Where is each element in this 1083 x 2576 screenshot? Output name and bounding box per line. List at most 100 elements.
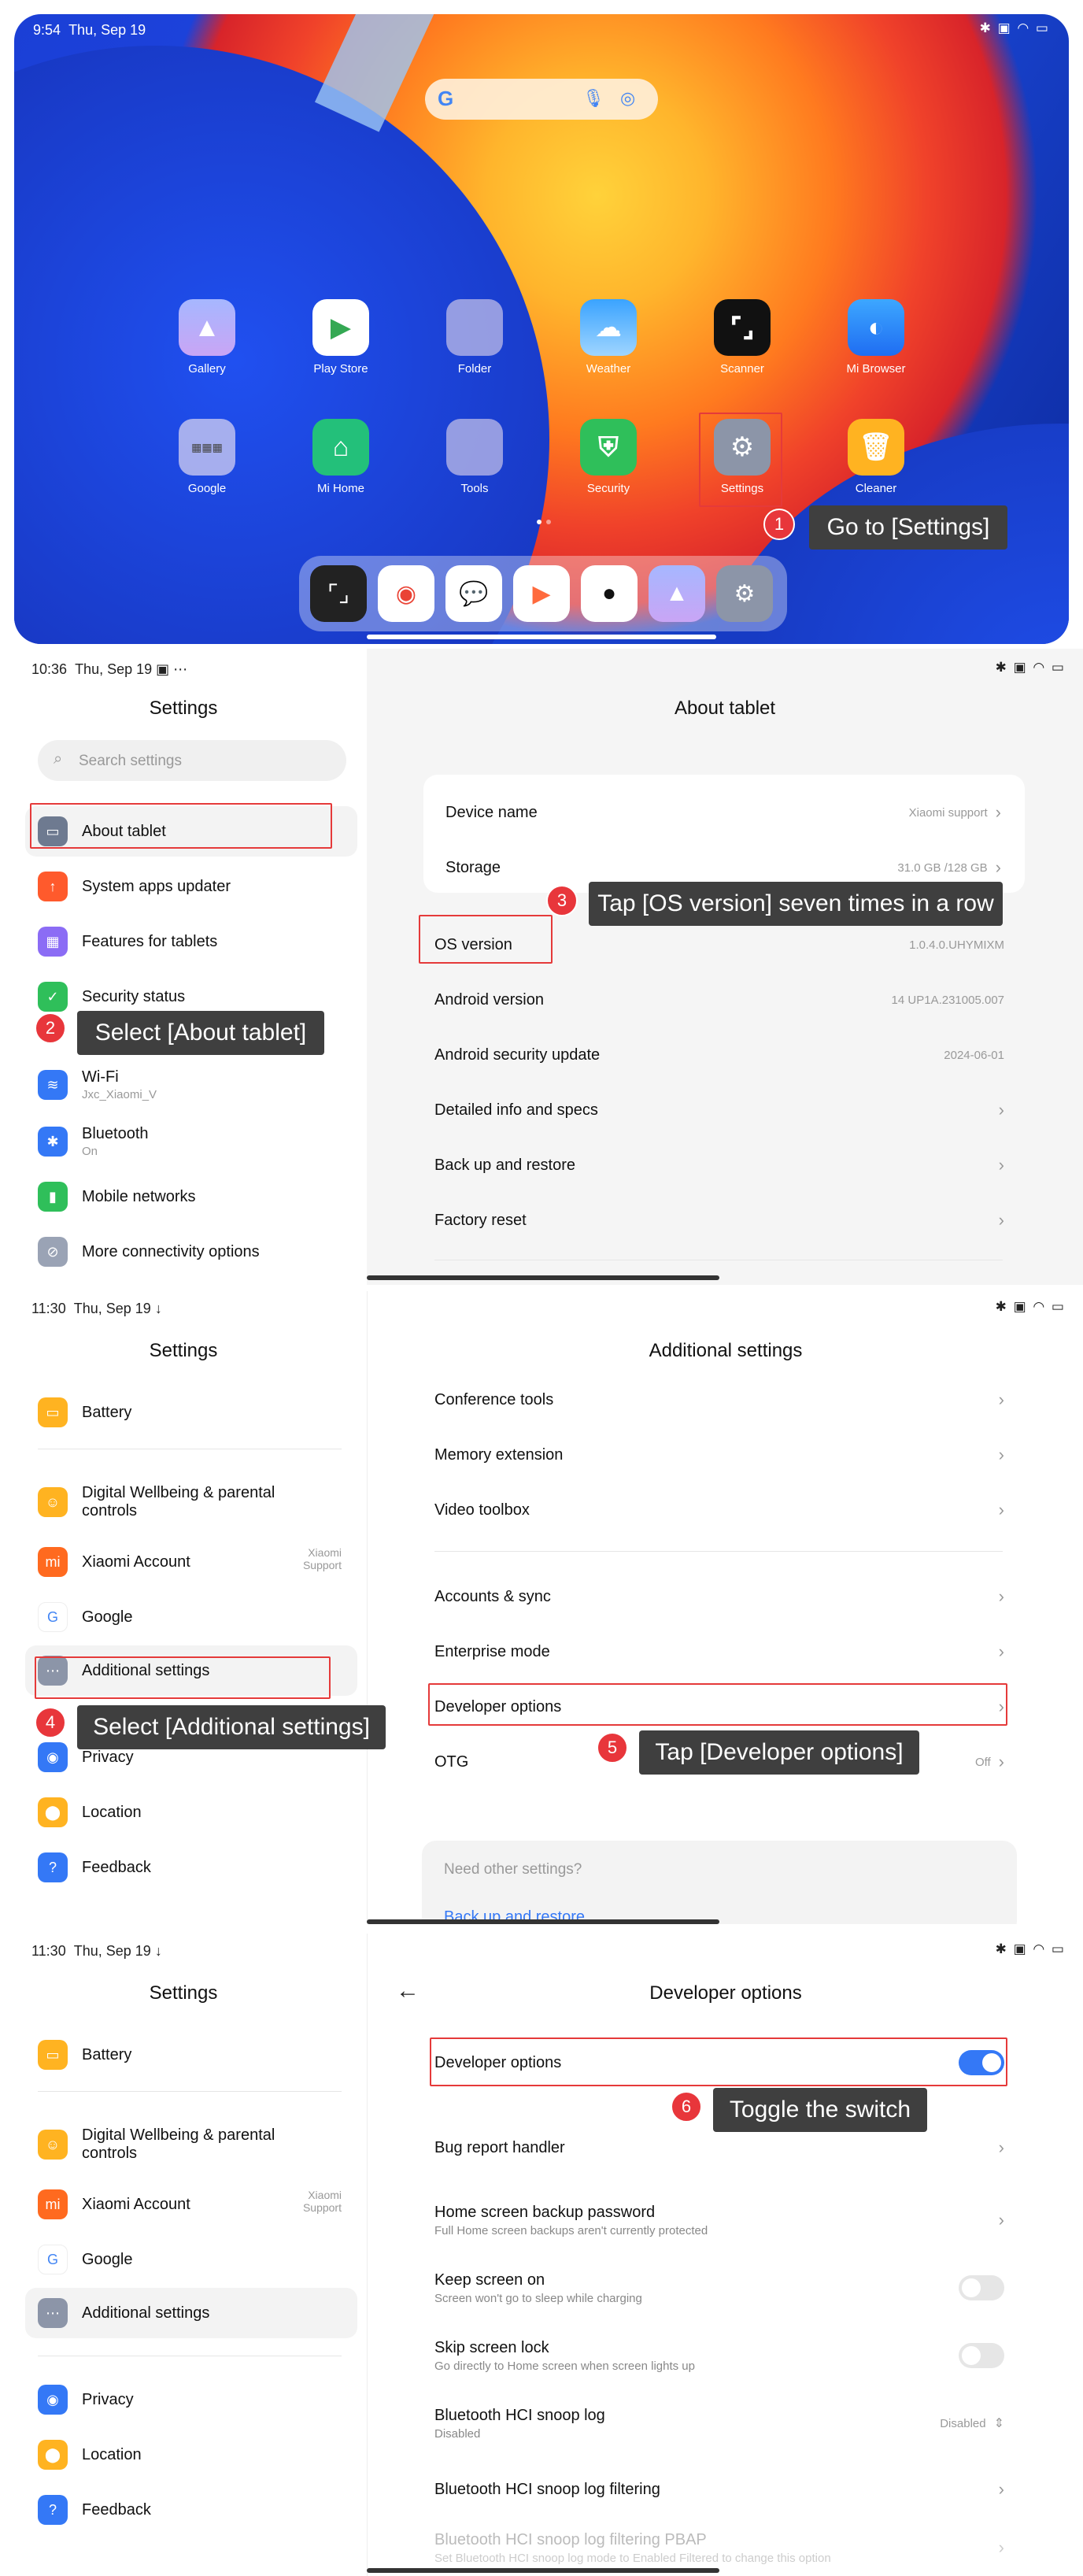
sidebar-item-system-apps-updater[interactable]: ↑ System apps updater — [38, 871, 231, 902]
app-folder[interactable]: Folder — [423, 299, 526, 376]
mic-icon[interactable]: 🎙 — [582, 88, 604, 109]
google-search-bar[interactable]: G 🎙 ◎ — [425, 79, 658, 120]
keep-screen-on-switch[interactable] — [959, 2275, 1004, 2300]
signal-bars-icon: ▮ — [38, 1182, 68, 1212]
camera-icon[interactable]: ● — [581, 565, 638, 622]
chevron-right-icon: › — [998, 1100, 1004, 1120]
row-home-backup-password[interactable]: Home screen backup password Full Home scr… — [434, 2200, 1004, 2241]
about-tablet-content: ✱ ▣ ◠ ▭ About tablet — [367, 649, 1083, 1285]
sidebar-item-wifi[interactable]: ≋ Wi-Fi Jxc_Xiaomi_V — [38, 1064, 157, 1105]
updown-chevron-icon: ⇕ — [993, 2417, 1004, 2430]
messages-icon[interactable]: 💬 — [445, 565, 502, 622]
settings-sidebar: 11:30 Thu, Sep 19 ↓ Settings ▭ Battery ☺ D… — [0, 1291, 367, 1924]
bluetooth-icon: ✱ — [38, 1127, 68, 1157]
app-scanner[interactable]: ⌜⌟ Scanner — [691, 299, 793, 376]
row-detailed-info[interactable]: Detailed info and specs › — [434, 1094, 1004, 1126]
row-bt-hci-snoop-log[interactable]: Bluetooth HCI snoop log Disabled Disabled ⇕ — [434, 2403, 1004, 2444]
app-weather[interactable]: ☁ Weather — [557, 299, 660, 376]
sidebar-item-location[interactable]: ⬤ Location — [38, 1797, 142, 1828]
page-dot — [546, 520, 551, 524]
chevron-right-icon: › — [998, 1390, 1004, 1409]
search-input[interactable]: ⌕ Search settings — [38, 740, 346, 781]
page-title: About tablet — [674, 698, 776, 719]
sidebar-item-security-status[interactable]: ✓ Security status — [38, 981, 185, 1012]
status-time: 11:30 Thu, Sep 19 ↓ — [31, 1301, 162, 1316]
status-icons: ✱ ▣ ◠ ▭ — [995, 660, 1066, 675]
status-icons: ✱ ▣ ◠ ▭ — [979, 20, 1050, 35]
chevron-right-icon: › — [998, 2137, 1004, 2157]
eye-icon: ◉ — [38, 2385, 68, 2415]
row-conference-tools[interactable]: Conference tools › — [434, 1384, 1004, 1416]
row-bt-hci-filtering-pbap: Bluetooth HCI snoop log filtering PBAP Se… — [434, 2530, 1004, 2565]
home-screen-panel: 9:54 Thu, Sep 19 ✱ ▣ ◠ ▭ G 🎙 ◎ ▲ Gallery … — [14, 14, 1069, 644]
sidebar-item-features[interactable]: ▦ Features for tablets — [38, 926, 217, 957]
chevron-right-icon: › — [998, 1586, 1004, 1606]
row-bug-report-handler[interactable]: Bug report handler › — [434, 2132, 1004, 2163]
app-cleaner[interactable]: 🗑 Cleaner — [825, 419, 927, 495]
sidebar-item-location[interactable]: ⬤ Location — [38, 2439, 142, 2471]
highlight-developer-toggle — [430, 2037, 1007, 2086]
sidebar-item-more-connectivity[interactable]: ⊘ More connectivity options — [38, 1236, 260, 1268]
browser-icon: ◐ — [848, 299, 904, 356]
location-pin-icon: ⬤ — [38, 2440, 68, 2470]
sidebar-item-digital-wellbeing[interactable]: ☺ Digital Wellbeing & parental controls — [38, 1480, 305, 1524]
mi-home-icon: ⌂ — [312, 419, 369, 476]
row-memory-extension[interactable]: Memory extension › — [434, 1439, 1004, 1471]
app-mi-home[interactable]: ⌂ Mi Home — [290, 419, 392, 495]
step-number: 3 — [546, 885, 578, 916]
play-games-icon[interactable]: ▶ — [513, 565, 570, 622]
gear-icon[interactable]: ⚙ — [716, 565, 773, 622]
sidebar-item-battery[interactable]: ▭ Battery — [38, 1397, 131, 1428]
page-title: Additional settings — [649, 1340, 803, 1361]
app-tools[interactable]: Tools — [423, 419, 526, 495]
sidebar-item-privacy[interactable]: ◉ Privacy — [38, 2384, 134, 2415]
account-side-label: Xiaomi Support — [302, 2189, 342, 2214]
status-icons: ✱ ▣ ◠ ▭ — [995, 1941, 1066, 1956]
row-skip-screen-lock[interactable]: Skip screen lock Go directly to Home scre… — [434, 2335, 1004, 2376]
sidebar-item-mobile-networks[interactable]: ▮ Mobile networks — [38, 1181, 196, 1212]
sidebar-item-bluetooth[interactable]: ✱ Bluetooth On — [38, 1121, 149, 1162]
chevron-right-icon: › — [998, 1445, 1004, 1464]
sidebar-item-digital-wellbeing[interactable]: ☺ Digital Wellbeing & parental controls — [38, 2123, 305, 2167]
gallery-icon[interactable]: ▲ — [649, 565, 705, 622]
eye-icon: ◉ — [38, 1742, 68, 1772]
page-dot — [537, 520, 542, 524]
additional-settings-panel: 11:30 Thu, Sep 19 ↓ Settings ▭ Battery ☺ D… — [0, 1291, 1083, 1924]
row-keep-screen-on[interactable]: Keep screen on Screen won't go to sleep w… — [434, 2267, 1004, 2308]
step-callout: Select [Additional settings] — [77, 1705, 386, 1749]
app-google-folder[interactable]: ▦▦▦ Google — [156, 419, 258, 495]
row-factory-reset[interactable]: Factory reset › — [434, 1205, 1004, 1236]
person-icon: ☺ — [38, 1487, 68, 1517]
sidebar-item-additional-settings[interactable]: ⋯ Additional settings — [38, 2297, 209, 2329]
row-enterprise-mode[interactable]: Enterprise mode › — [434, 1636, 1004, 1667]
chevron-right-icon: › — [995, 857, 1001, 877]
app-mi-browser[interactable]: ◐ Mi Browser — [825, 299, 927, 376]
sidebar-item-feedback[interactable]: ? Feedback — [38, 1852, 151, 1883]
app-play-store[interactable]: ▶ Play Store — [290, 299, 392, 376]
row-security-update[interactable]: Android security update 2024-06-01 — [434, 1039, 1004, 1071]
row-bt-hci-filtering[interactable]: Bluetooth HCI snoop log filtering › — [434, 2474, 1004, 2505]
sidebar-item-google[interactable]: G Google — [38, 1601, 133, 1633]
step-number: 6 — [671, 2091, 702, 2123]
row-backup-restore[interactable]: Back up and restore › — [434, 1149, 1004, 1181]
row-video-toolbox[interactable]: Video toolbox › — [434, 1494, 1004, 1526]
app-security[interactable]: ⛨ Security — [557, 419, 660, 495]
scanner-icon[interactable]: ⌜⌟ — [310, 565, 367, 622]
sidebar-item-battery[interactable]: ▭ Battery — [38, 2039, 131, 2071]
sidebar-item-google[interactable]: G Google — [38, 2244, 133, 2275]
row-android-version[interactable]: Android version 14 UP1A.231005.007 — [434, 984, 1004, 1016]
skip-screen-lock-switch[interactable] — [959, 2343, 1004, 2368]
row-storage[interactable]: Storage 31.0 GB /128 GB › — [445, 852, 1001, 883]
highlight-additional-settings — [35, 1656, 331, 1699]
lens-icon[interactable]: ◎ — [620, 88, 635, 109]
row-device-name[interactable]: Device name Xiaomi support › — [445, 797, 1001, 828]
link-icon: ⊘ — [38, 1237, 68, 1267]
sidebar-item-feedback[interactable]: ? Feedback — [38, 2494, 151, 2526]
feedback-icon: ? — [38, 2495, 68, 2525]
chevron-right-icon: › — [998, 2479, 1004, 2499]
row-accounts-sync[interactable]: Accounts & sync › — [434, 1581, 1004, 1612]
app-gallery[interactable]: ▲ Gallery — [156, 299, 258, 376]
chrome-icon[interactable]: ◉ — [378, 565, 434, 622]
page-title: Settings — [149, 698, 218, 719]
scanner-icon: ⌜⌟ — [714, 299, 771, 356]
